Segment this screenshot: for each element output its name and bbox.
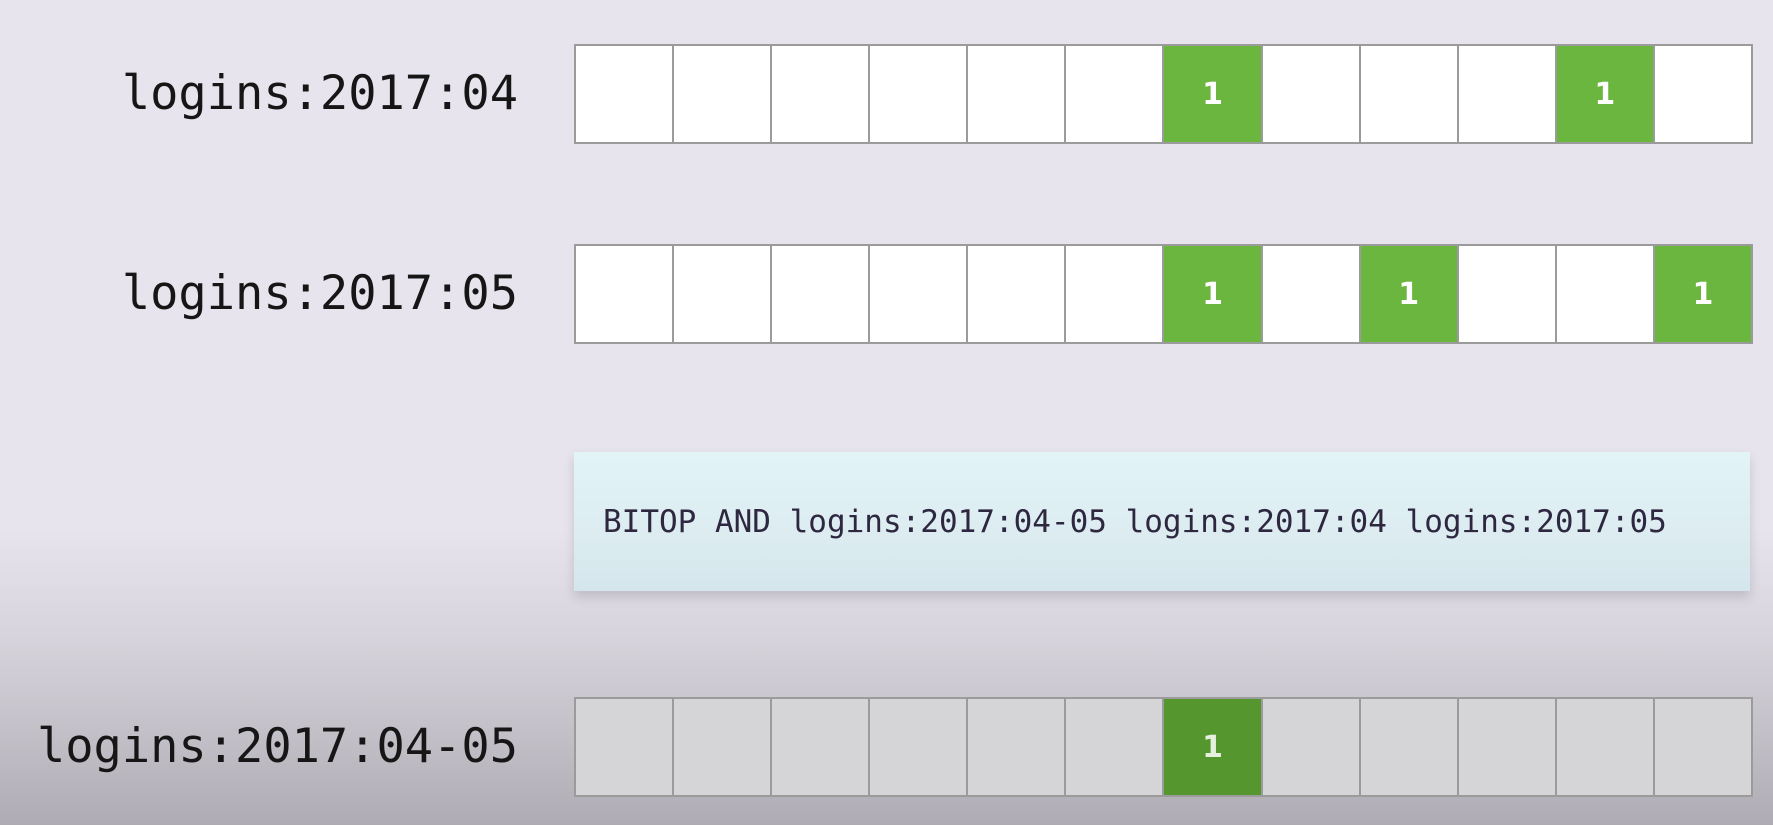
bitmap-result-cell-4 xyxy=(968,699,1067,795)
bitmap-result-cell-0 xyxy=(576,699,675,795)
bitmap-april-cell-0 xyxy=(576,46,675,142)
bitmap-result-cell-6: 1 xyxy=(1164,699,1263,795)
bitmap-april-cell-4 xyxy=(968,46,1067,142)
bitmap-result-cell-10 xyxy=(1556,699,1655,795)
bitmap-result-cell-2 xyxy=(772,699,871,795)
bitmap-april-cell-10: 1 xyxy=(1556,46,1655,142)
bitmap-april-cell-8 xyxy=(1360,46,1459,142)
bitmap-april-cell-11 xyxy=(1654,46,1751,142)
bitmap-result-cell-3 xyxy=(870,699,969,795)
bitmap-result-cell-8 xyxy=(1360,699,1459,795)
bitmap-april-cell-6: 1 xyxy=(1164,46,1263,142)
bitmap-result-cell-7 xyxy=(1262,699,1361,795)
bitmap-may-cell-5 xyxy=(1066,246,1165,342)
bitmap-april-cell-1 xyxy=(674,46,773,142)
bitmap-may-cell-4 xyxy=(968,246,1067,342)
bitmap-result-cell-11 xyxy=(1654,699,1751,795)
bitmap-may-cell-1 xyxy=(674,246,773,342)
bitmap-may-cell-3 xyxy=(870,246,969,342)
bitmap-result-cell-1 xyxy=(674,699,773,795)
bitmap-may-cell-0 xyxy=(576,246,675,342)
bitmap-april-cell-3 xyxy=(870,46,969,142)
row-label-april: logins:2017:04 xyxy=(121,66,518,121)
bitmap-may-cell-9 xyxy=(1458,246,1557,342)
bitmap-result-cell-5 xyxy=(1066,699,1165,795)
row-label-may: logins:2017:05 xyxy=(121,266,518,321)
bitmap-may-cell-11: 1 xyxy=(1654,246,1751,342)
row-label-result: logins:2017:04-05 xyxy=(36,719,518,774)
bitmap-may-cell-10 xyxy=(1556,246,1655,342)
bitmap-may-cell-2 xyxy=(772,246,871,342)
bitmap-april-cell-9 xyxy=(1458,46,1557,142)
bitmap-may-cell-6: 1 xyxy=(1164,246,1263,342)
bitmap-april-cell-5 xyxy=(1066,46,1165,142)
command-box: BITOP AND logins:2017:04-05 logins:2017:… xyxy=(574,452,1750,591)
bitmap-april-cell-2 xyxy=(772,46,871,142)
bitmap-april-cell-7 xyxy=(1262,46,1361,142)
bitmap-april: 11 xyxy=(574,44,1753,144)
bitmap-may-cell-8: 1 xyxy=(1360,246,1459,342)
bitmap-result-cell-9 xyxy=(1458,699,1557,795)
bitmap-may: 1 1 1 xyxy=(574,244,1753,344)
bitmap-may-cell-7 xyxy=(1262,246,1361,342)
command-text: BITOP AND logins:2017:04-05 logins:2017:… xyxy=(603,503,1667,540)
bitmap-result: 1 xyxy=(574,697,1753,797)
